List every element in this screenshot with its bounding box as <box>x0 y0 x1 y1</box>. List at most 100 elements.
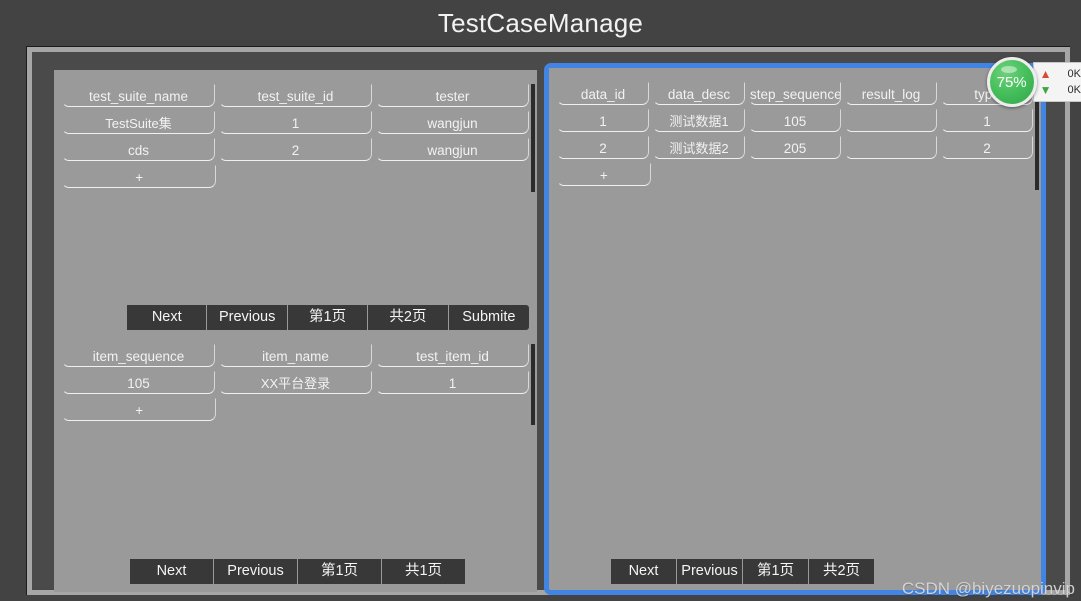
column-header[interactable]: test_item_id <box>376 344 529 367</box>
upload-speed-value: 0K <box>1067 68 1081 80</box>
window-body: test_suite_name test_suite_id tester Tes… <box>26 46 1070 595</box>
table-cell[interactable]: 1 <box>941 109 1033 132</box>
next-page-button[interactable]: Next <box>611 559 677 584</box>
test-suite-table[interactable]: test_suite_name test_suite_id tester Tes… <box>62 84 535 192</box>
total-pages-label[interactable]: 共2页 <box>809 559 875 584</box>
table-cell[interactable]: 105 <box>749 109 841 132</box>
table-cell[interactable]: 1 <box>219 111 372 134</box>
add-row-filler <box>654 163 747 186</box>
add-row-button[interactable]: + <box>557 163 651 186</box>
test-data-table[interactable]: data_id data_desc step_sequence result_l… <box>557 82 1039 190</box>
test-suite-panel[interactable]: test_suite_name test_suite_id tester Tes… <box>54 70 537 338</box>
toolbar-left-spacer <box>62 305 128 330</box>
table-header-row: data_id data_desc step_sequence result_l… <box>557 82 1033 105</box>
content-root: test_suite_name test_suite_id tester Tes… <box>32 52 1065 595</box>
download-speed-line: ▼ 0K <box>1040 82 1081 98</box>
total-pages-label[interactable]: 共2页 <box>368 305 449 330</box>
current-page-label[interactable]: 第1页 <box>298 559 382 584</box>
add-row-filler <box>845 163 938 186</box>
test-suite-table-wrap: test_suite_name test_suite_id tester Tes… <box>54 70 537 192</box>
table-cell[interactable]: 1 <box>557 109 649 132</box>
network-speed-readout: ▲ 0K ▼ 0K <box>1032 62 1081 102</box>
table-add-row[interactable]: + <box>62 165 529 188</box>
table-add-row[interactable]: + <box>62 398 529 421</box>
column-header[interactable]: tester <box>376 84 529 107</box>
arrow-down-icon: ▼ <box>1039 83 1052 97</box>
application-window: TestCaseManage test_suite_name test_suit… <box>0 0 1081 601</box>
table-cell[interactable]: 2 <box>557 136 649 159</box>
table-cell[interactable]: cds <box>62 138 215 161</box>
test-item-panel-inner: item_sequence item_name test_item_id 105… <box>54 330 537 592</box>
network-usage-bubble[interactable]: 75% <box>986 57 1037 107</box>
table-row[interactable]: 2 测试数据2 205 2 <box>557 136 1033 159</box>
network-usage-percent: 75% <box>996 73 1027 91</box>
table-header-row: test_suite_name test_suite_id tester <box>62 84 529 107</box>
column-header[interactable]: item_name <box>219 344 372 367</box>
upload-speed-line: ▲ 0K <box>1040 66 1081 82</box>
add-row-button[interactable]: + <box>62 165 217 188</box>
add-row-filler <box>220 398 373 421</box>
table-row[interactable]: 1 测试数据1 105 1 <box>557 109 1033 132</box>
table-add-row[interactable]: + <box>557 163 1033 186</box>
toolbar-left-spacer <box>555 559 611 584</box>
test-item-table-wrap: item_sequence item_name test_item_id 105… <box>54 330 537 425</box>
current-page-label[interactable]: 第1页 <box>743 559 809 584</box>
previous-page-button[interactable]: Previous <box>677 559 743 584</box>
test-data-panel[interactable]: data_id data_desc step_sequence result_l… <box>544 63 1046 595</box>
previous-page-button[interactable]: Previous <box>214 559 298 584</box>
column-header[interactable]: data_desc <box>653 82 745 105</box>
column-header[interactable]: item_sequence <box>62 344 215 367</box>
table-vertical-scrollbar[interactable] <box>531 84 535 192</box>
test-suite-toolbar: Next Previous 第1页 共2页 Submite <box>62 305 529 330</box>
download-speed-value: 0K <box>1067 84 1081 96</box>
title-bar: TestCaseManage <box>0 0 1081 46</box>
table-vertical-scrollbar[interactable] <box>531 344 535 425</box>
column-header[interactable]: test_suite_id <box>219 84 372 107</box>
add-row-filler <box>941 163 1033 186</box>
table-cell[interactable]: 105 <box>62 371 215 394</box>
table-cell[interactable] <box>845 136 937 159</box>
toolbar-left-spacer <box>62 559 130 584</box>
table-cell[interactable]: XX平台登录 <box>219 371 372 394</box>
test-item-panel[interactable]: item_sequence item_name test_item_id 105… <box>54 330 537 592</box>
table-cell[interactable]: 测试数据2 <box>653 136 745 159</box>
add-row-button[interactable]: + <box>62 398 217 421</box>
watermark-text: CSDN @biyezuopinvip <box>901 579 1075 598</box>
table-cell[interactable]: wangjun <box>376 138 529 161</box>
test-item-toolbar: Next Previous 第1页 共1页 <box>62 559 529 584</box>
table-cell[interactable]: wangjun <box>376 111 529 134</box>
test-data-table-wrap: data_id data_desc step_sequence result_l… <box>549 68 1041 190</box>
table-header-row: item_sequence item_name test_item_id <box>62 344 529 367</box>
test-suite-panel-inner: test_suite_name test_suite_id tester Tes… <box>54 70 537 338</box>
table-cell[interactable]: 2 <box>941 136 1033 159</box>
table-cell[interactable]: TestSuite集 <box>62 111 215 134</box>
next-page-button[interactable]: Next <box>130 559 214 584</box>
table-cell[interactable]: 测试数据1 <box>653 109 745 132</box>
add-row-filler <box>376 398 529 421</box>
add-row-filler <box>376 165 529 188</box>
previous-page-button[interactable]: Previous <box>207 305 288 330</box>
network-speed-widget[interactable]: 75% ▲ 0K ▼ 0K <box>986 57 1081 107</box>
add-row-filler <box>750 163 842 186</box>
table-row[interactable]: cds 2 wangjun <box>62 138 529 161</box>
bubble-gloss-highlight <box>1000 66 1017 73</box>
column-header[interactable]: result_log <box>845 82 937 105</box>
table-cell[interactable] <box>845 109 937 132</box>
table-row[interactable]: TestSuite集 1 wangjun <box>62 111 529 134</box>
add-row-filler <box>220 165 373 188</box>
table-cell[interactable]: 205 <box>749 136 841 159</box>
table-cell[interactable]: 1 <box>376 371 529 394</box>
column-header[interactable]: data_id <box>557 82 649 105</box>
total-pages-label[interactable]: 共1页 <box>382 559 466 584</box>
submit-button[interactable]: Submite <box>448 305 529 330</box>
next-page-button[interactable]: Next <box>127 305 208 330</box>
column-header[interactable]: test_suite_name <box>62 84 215 107</box>
table-row[interactable]: 105 XX平台登录 1 <box>62 371 529 394</box>
toolbar-right-spacer <box>466 559 529 584</box>
test-item-table[interactable]: item_sequence item_name test_item_id 105… <box>62 344 535 425</box>
column-header[interactable]: step_sequence <box>749 82 841 105</box>
table-cell[interactable]: 2 <box>219 138 372 161</box>
arrow-up-icon: ▲ <box>1039 67 1052 81</box>
page-title: TestCaseManage <box>437 7 644 38</box>
current-page-label[interactable]: 第1页 <box>287 305 369 330</box>
